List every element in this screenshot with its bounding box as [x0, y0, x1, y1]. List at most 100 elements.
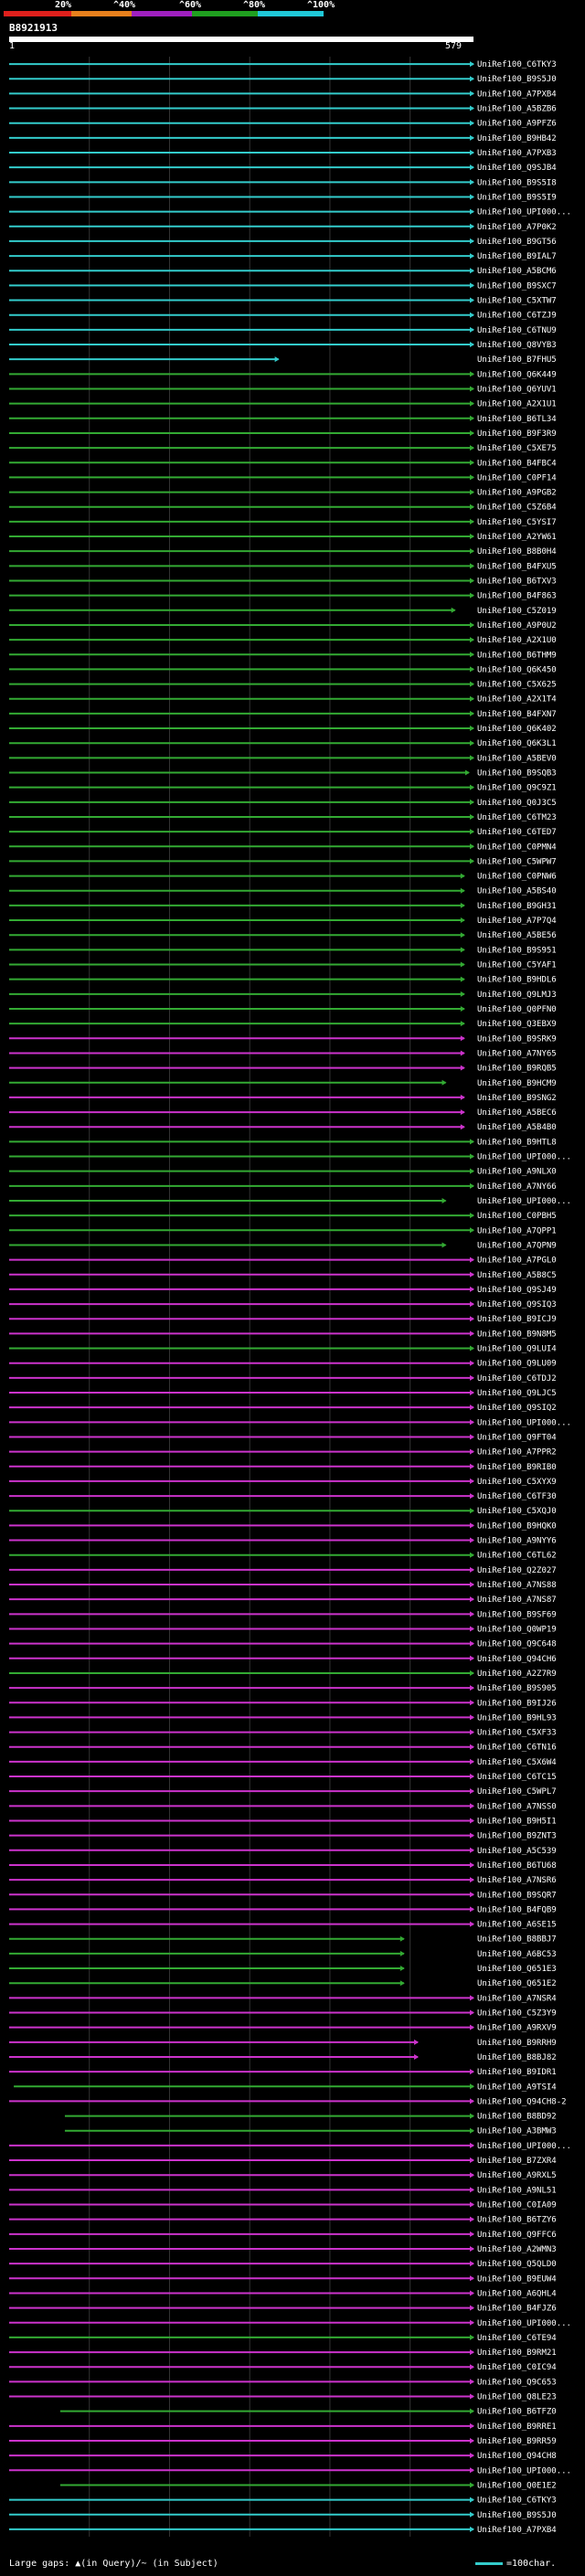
hit-arrow [470, 1182, 474, 1189]
hit-arrow [470, 194, 474, 200]
query-id: B8921913 [9, 22, 58, 34]
hit-arrow [470, 1360, 474, 1366]
hit-label: UniRef100_C6TM23 [477, 813, 557, 822]
hit-label: UniRef100_UPI000... [477, 2466, 571, 2475]
hit-arrow [470, 726, 474, 732]
hit-arrow [470, 1774, 474, 1780]
hit-label: UniRef100_Q9FFC6 [477, 2231, 557, 2240]
hit-list: UniRef100_C6TKY3 UniRef100_B9S5J0 UniRef10… [0, 57, 585, 2537]
hit-arrow [470, 1758, 474, 1765]
hit-label: UniRef100_A7PXB4 [477, 90, 557, 99]
hit-arrow [441, 1079, 447, 1086]
hit-arrow [470, 1286, 474, 1292]
hit-label: UniRef100_A2Z7R9 [477, 1670, 557, 1679]
hit-label: UniRef100_C0PBH5 [477, 1212, 557, 1221]
hit-arrow [470, 2305, 474, 2311]
hit-label: UniRef100_Q6K402 [477, 725, 557, 734]
hit-arrow [470, 534, 474, 540]
hit-label: UniRef100_B9EUW4 [477, 2274, 557, 2284]
hit-arrow [470, 637, 474, 643]
hit-label: UniRef100_B9F3R9 [477, 429, 557, 439]
hit-arrow [470, 1522, 474, 1529]
hit-arrow [460, 932, 465, 938]
hit-label: UniRef100_B4FBC4 [477, 459, 557, 468]
hit-arrow [470, 1434, 474, 1440]
hit-label: UniRef100_C6TE94 [477, 2334, 557, 2343]
hit-arrow [470, 2201, 474, 2208]
hit-arrow [460, 976, 465, 982]
legend-label-100: ^100% [307, 0, 335, 10]
hit-arrow [470, 1552, 474, 1558]
hit-label: UniRef100_Q0PFN0 [477, 1005, 557, 1014]
hit-label: UniRef100_C6TKY3 [477, 60, 557, 69]
hit-arrow [470, 150, 474, 156]
hit-label: UniRef100_Q0J3C5 [477, 799, 557, 808]
hit-label: UniRef100_B6TFZ0 [477, 2408, 557, 2417]
hit-label: UniRef100_Q9SJB4 [477, 164, 557, 173]
hit-arrow [470, 2231, 474, 2237]
hit-label: UniRef100_B4FJZ6 [477, 2305, 557, 2314]
hit-label: UniRef100_A9NYY6 [477, 1537, 557, 1546]
hit-arrow [470, 223, 474, 229]
hit-label: UniRef100_Q9C648 [477, 1640, 557, 1649]
hit-label: UniRef100_C5XQJ0 [477, 1507, 557, 1516]
hit-label: UniRef100_B9GT56 [477, 238, 557, 247]
hit-label: UniRef100_Q94CH6 [477, 1655, 557, 1664]
hit-arrow [470, 474, 474, 481]
hit-label: UniRef100_A7PXB3 [477, 149, 557, 158]
legend-label-20: 20% [55, 0, 72, 10]
hit-arrow [470, 2408, 474, 2414]
hit-arrow [470, 2290, 474, 2296]
hit-label: UniRef100_A2X1T4 [477, 695, 557, 705]
hit-label: UniRef100_Q6K450 [477, 665, 557, 674]
hit-arrow [470, 386, 474, 392]
hit-label: UniRef100_Q6YUV1 [477, 385, 557, 394]
hit-arrow [441, 1242, 447, 1248]
hit-arrow [470, 1330, 474, 1337]
query-start: 1 [9, 41, 16, 51]
hit-arrow [470, 695, 474, 702]
legend-band-green [192, 11, 258, 16]
hit-arrow [470, 253, 474, 260]
hit-label: UniRef100_Q8LE23 [477, 2393, 557, 2402]
hit-label: UniRef100_B9N8M5 [477, 1330, 557, 1339]
hit-arrow [470, 652, 474, 658]
hit-label: UniRef100_B8BBJ7 [477, 1935, 557, 1945]
hit-label: UniRef100_A7NSR6 [477, 1876, 557, 1885]
hit-label: UniRef100_A7PPR2 [477, 1448, 557, 1458]
hit-label: UniRef100_Q8VYB3 [477, 341, 557, 350]
hit-label: UniRef100_C0PMN4 [477, 843, 557, 852]
hit-label: UniRef100_A7NY65 [477, 1049, 557, 1058]
hit-label: UniRef100_B9HTL8 [477, 1138, 557, 1147]
hit-label: UniRef100_Q94CH8-2 [477, 2097, 567, 2106]
hit-arrow [470, 2453, 474, 2459]
hit-arrow [470, 1832, 474, 1839]
hit-arrow [470, 1921, 474, 1927]
hit-arrow [460, 887, 465, 894]
hit-arrow [470, 2393, 474, 2400]
hit-arrow [470, 1301, 474, 1308]
hit-arrow [470, 2496, 474, 2503]
hit-arrow [470, 489, 474, 495]
hit-label: UniRef100_B8B0H4 [477, 547, 557, 557]
hit-label: UniRef100_B9S5I9 [477, 193, 557, 202]
hit-label: UniRef100_Q9C653 [477, 2378, 557, 2387]
hit-arrow [470, 2069, 474, 2075]
hit-label: UniRef100_B9RQB5 [477, 1065, 557, 1074]
hit-arrow [470, 238, 474, 244]
legend-band-cyan [258, 11, 324, 16]
hit-arrow [470, 120, 474, 126]
hit-arrow [470, 681, 474, 687]
hit-label: UniRef100_A2YW61 [477, 533, 557, 542]
hit-arrow [470, 740, 474, 747]
hit-label: UniRef100_B9H5I1 [477, 1817, 557, 1826]
hit-label: UniRef100_B9HCM9 [477, 1079, 557, 1088]
hit-label: UniRef100_B9RRH9 [477, 2039, 557, 2048]
hit-arrow [464, 769, 470, 776]
hit-arrow [399, 1966, 405, 1972]
hit-label: UniRef100_C5XTW7 [477, 297, 557, 306]
hit-label: UniRef100_C5WPL7 [477, 1787, 557, 1797]
hit-label: UniRef100_A5BZB6 [477, 105, 557, 114]
hit-label: UniRef100_A5BEC6 [477, 1108, 557, 1118]
hit-arrow [399, 1980, 405, 1987]
